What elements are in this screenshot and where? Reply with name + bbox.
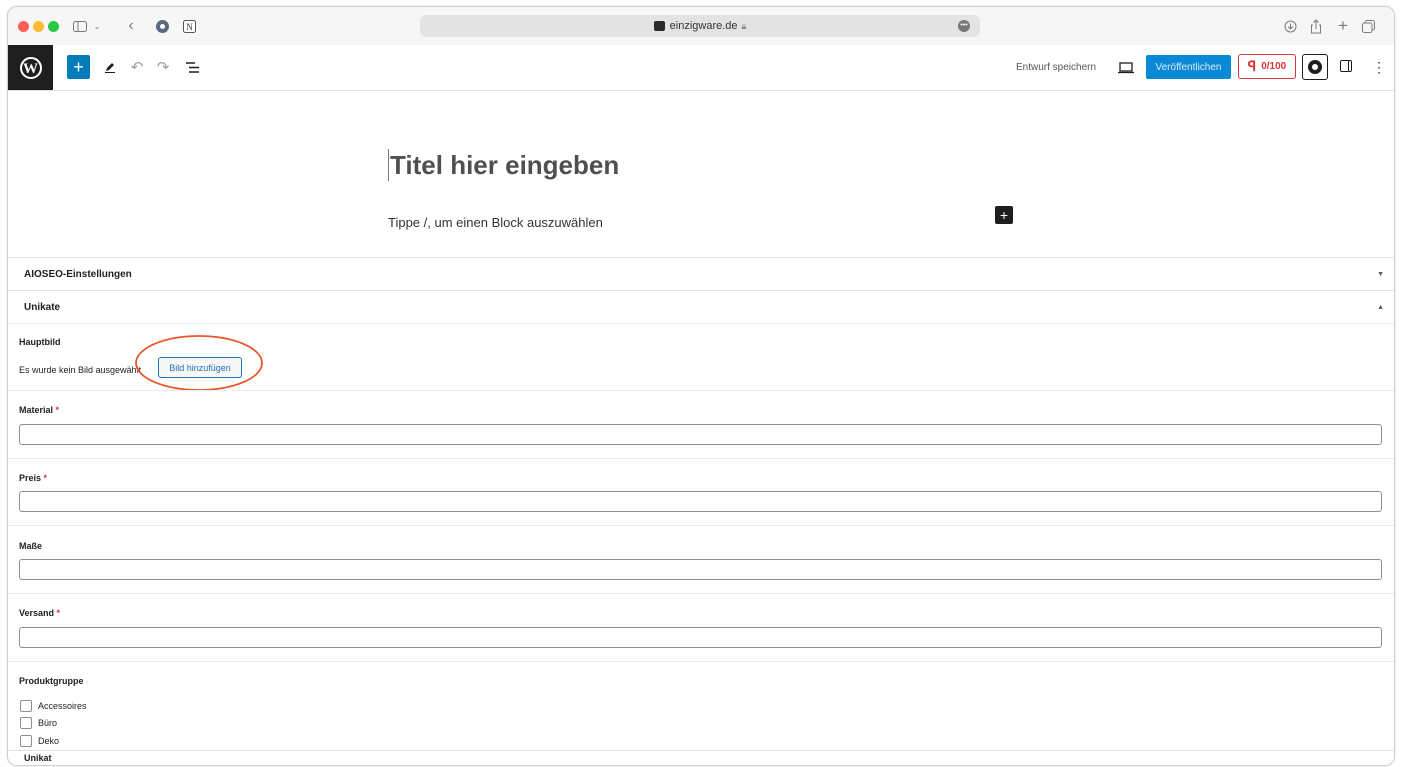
lock-icon: 🔒︎ bbox=[741, 20, 747, 31]
wordpress-logo-button[interactable]: W bbox=[8, 45, 53, 90]
hauptbild-label: Hauptbild bbox=[19, 337, 61, 347]
block-inserter-button[interactable]: + bbox=[67, 55, 90, 79]
unikate-metabox-title: Unikate bbox=[24, 301, 61, 313]
redo-icon[interactable]: ↷ bbox=[153, 55, 173, 79]
divider bbox=[8, 390, 1394, 391]
site-favicon bbox=[653, 21, 665, 31]
divider bbox=[8, 323, 1394, 324]
checkbox-label: Deko bbox=[38, 736, 60, 746]
close-window-button[interactable] bbox=[18, 21, 29, 32]
undo-icon[interactable]: ↶ bbox=[127, 55, 147, 79]
preview-icon[interactable] bbox=[1118, 61, 1134, 74]
extension-icon[interactable] bbox=[153, 16, 171, 36]
checkbox-deko[interactable]: Deko bbox=[20, 735, 59, 747]
divider bbox=[8, 458, 1394, 459]
minimize-window-button[interactable] bbox=[33, 21, 44, 32]
no-image-text: Es wurde kein Bild ausgewählt bbox=[19, 365, 142, 375]
settings-button[interactable] bbox=[1302, 54, 1328, 80]
sidebar-icon[interactable] bbox=[72, 16, 88, 36]
versand-label: Versand * bbox=[19, 608, 61, 618]
editor-canvas: Titel hier eingeben Tippe /, um einen Bl… bbox=[8, 91, 1394, 257]
checkbox-label: Accessoires bbox=[38, 701, 87, 711]
material-input[interactable] bbox=[19, 424, 1382, 445]
preis-input[interactable] bbox=[19, 491, 1382, 512]
unikate-metabox-header[interactable]: Unikate ▲ bbox=[8, 290, 1394, 323]
divider bbox=[8, 661, 1394, 662]
options-menu-icon[interactable]: ⋮ bbox=[1372, 59, 1386, 76]
chevron-down-icon[interactable]: ⌄ bbox=[92, 16, 102, 36]
versand-input[interactable] bbox=[19, 627, 1382, 648]
checkbox[interactable] bbox=[20, 735, 32, 747]
share-icon[interactable] bbox=[1308, 16, 1324, 36]
url-text: einzigware.de bbox=[669, 20, 738, 32]
svg-text:N: N bbox=[186, 22, 193, 32]
browser-window: ⌄ ‹ N einzigware.de 🔒︎ ••• + W + ↶ ↷ Ent… bbox=[7, 6, 1395, 766]
seo-score: 0/100 bbox=[1261, 61, 1287, 72]
required-mark: * bbox=[43, 473, 48, 483]
list-view-icon[interactable] bbox=[183, 55, 203, 79]
chevron-up-icon[interactable]: ▲ bbox=[1377, 304, 1384, 311]
notion-icon[interactable]: N bbox=[180, 16, 198, 36]
checkbox-label: Büro bbox=[38, 718, 58, 728]
masse-label: Maße bbox=[19, 541, 43, 551]
produktgruppe-label: Produktgruppe bbox=[19, 676, 84, 686]
address-bar[interactable]: einzigware.de 🔒︎ ••• bbox=[420, 15, 980, 37]
checkbox[interactable] bbox=[20, 700, 32, 712]
page-menu-icon[interactable]: ••• bbox=[958, 20, 970, 32]
back-icon[interactable]: ‹ bbox=[124, 16, 138, 36]
required-mark: * bbox=[55, 405, 60, 415]
required-mark: * bbox=[56, 608, 61, 618]
block-add-button[interactable]: + bbox=[995, 206, 1013, 224]
editor-toolbar: W + ↶ ↷ Entwurf speichern Veröffentliche… bbox=[8, 45, 1394, 91]
tabs-icon[interactable] bbox=[1360, 16, 1376, 36]
aioseo-metabox-title: AIOSEO-Einstellungen bbox=[24, 268, 132, 280]
browser-chrome: ⌄ ‹ N einzigware.de 🔒︎ ••• + bbox=[8, 7, 1394, 45]
checkbox[interactable] bbox=[20, 717, 32, 729]
block-placeholder[interactable]: Tippe /, um einen Block auszuwählen bbox=[388, 215, 603, 230]
aioseo-metabox-header[interactable]: AIOSEO-Einstellungen ▼ bbox=[8, 257, 1394, 290]
masse-input[interactable] bbox=[19, 559, 1382, 580]
gear-icon bbox=[1308, 60, 1322, 74]
edit-tools-icon[interactable] bbox=[100, 55, 120, 79]
divider bbox=[8, 525, 1394, 526]
wordpress-icon: W bbox=[19, 56, 42, 79]
publish-button[interactable]: Veröffentlichen bbox=[1146, 55, 1231, 79]
aioseo-score-button[interactable]: ꟼ 0/100 bbox=[1238, 54, 1296, 79]
chevron-down-icon[interactable]: ▼ bbox=[1377, 271, 1384, 278]
zoom-window-button[interactable] bbox=[48, 21, 59, 32]
sidebar-toggle-icon[interactable] bbox=[1340, 60, 1352, 72]
divider bbox=[8, 593, 1394, 594]
post-title-input[interactable]: Titel hier eingeben bbox=[388, 149, 619, 181]
material-label: Material * bbox=[19, 405, 60, 415]
aioseo-icon: ꟼ bbox=[1247, 58, 1257, 74]
save-draft-button[interactable]: Entwurf speichern bbox=[1016, 62, 1096, 73]
annotation-circle bbox=[135, 335, 263, 391]
checkbox-accessoires[interactable]: Accessoires bbox=[20, 700, 87, 712]
checkbox-buero[interactable]: Büro bbox=[20, 717, 57, 729]
download-icon[interactable] bbox=[1282, 16, 1298, 36]
preis-label: Preis * bbox=[19, 473, 48, 483]
unikat-metabox-header[interactable]: Unikat bbox=[8, 750, 1394, 765]
new-tab-icon[interactable]: + bbox=[1336, 16, 1350, 36]
unikat-metabox-title: Unikat bbox=[24, 753, 52, 763]
